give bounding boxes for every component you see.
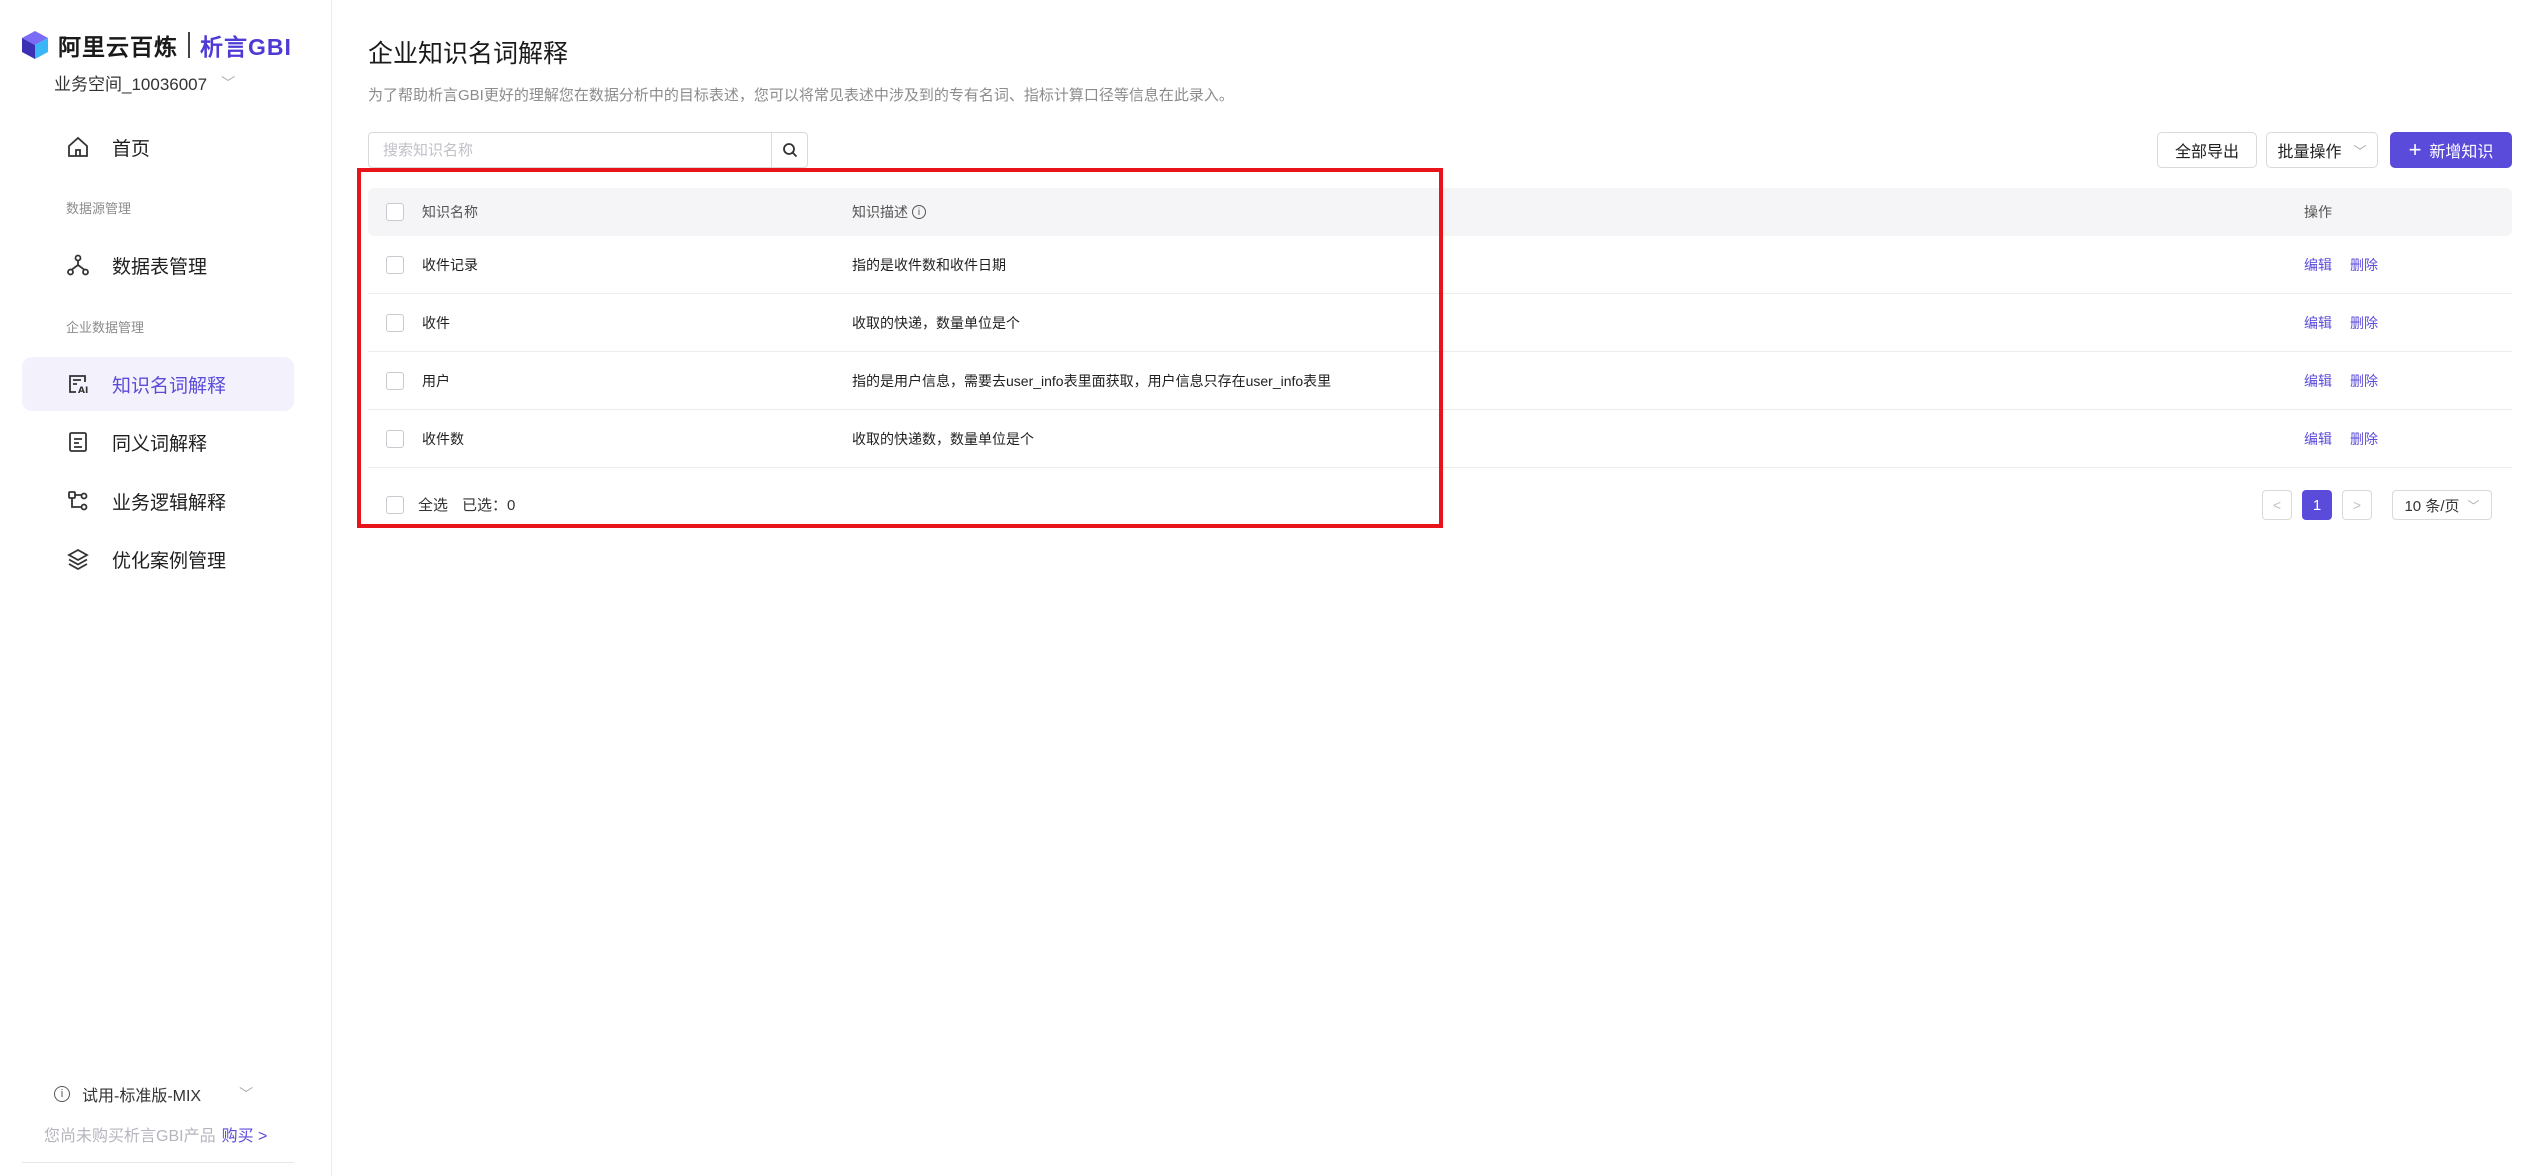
edit-link[interactable]: 编辑 [2304, 371, 2332, 391]
sidebar-item-knowledge[interactable]: AI 知识名词解释 [22, 357, 294, 411]
delete-link[interactable]: 删除 [2350, 371, 2378, 391]
workspace-selector[interactable]: 业务空间_10036007 ﹀ [54, 70, 235, 95]
table-row: 收件 收取的快递，数量单位是个 编辑 删除 [368, 294, 2512, 352]
header-ops: 操作 [2304, 204, 2332, 220]
plan-label: 试用-标准版-MIX [82, 1088, 202, 1105]
page-size-selector[interactable]: 10 条/页 ﹀ [2392, 490, 2492, 520]
next-page-button[interactable]: > [2342, 490, 2372, 520]
logic-flow-icon [68, 491, 88, 511]
select-all-label: 全选 [418, 497, 449, 514]
table-header: 知识名称 知识描述 i 操作 [368, 188, 2512, 236]
page-size-label: 10 条/页 [2404, 497, 2460, 515]
home-icon [68, 136, 88, 157]
info-icon[interactable]: i [912, 205, 926, 219]
page-number[interactable]: 1 [2302, 490, 2332, 520]
page-description: 为了帮助析言GBI更好的理解您在数据分析中的目标表述，您可以将常见表述中涉及到的… [368, 87, 1234, 104]
export-all-button[interactable]: 全部导出 [2157, 132, 2257, 168]
batch-actions-button[interactable]: 批量操作 ﹀ [2266, 132, 2378, 168]
row-checkbox[interactable] [386, 255, 404, 274]
table-row: 收件记录 指的是收件数和收件日期 编辑 删除 [368, 236, 2512, 294]
sidebar-item-label: 业务逻辑解释 [112, 492, 227, 514]
footer-select-all-checkbox[interactable] [386, 495, 404, 514]
header-desc: 知识描述 i [852, 188, 926, 236]
plan-selector[interactable]: i 试用-标准版-MIX ﹀ [54, 1082, 253, 1106]
brand-logo-icon [22, 31, 48, 59]
sidebar-item-synonym[interactable]: 同义词解释 [22, 415, 294, 469]
delete-link[interactable]: 删除 [2350, 429, 2378, 449]
purchase-notice-text: 您尚未购买析言GBI产品 [44, 1128, 216, 1145]
purchase-notice: 您尚未购买析言GBI产品 购买 > [44, 1122, 267, 1146]
chevron-down-icon: ﹀ [2353, 143, 2367, 159]
row-checkbox[interactable] [386, 429, 404, 448]
network-icon [67, 254, 89, 276]
sidebar-item-label: 优化案例管理 [112, 550, 227, 572]
buy-link[interactable]: 购买 > [222, 1128, 268, 1145]
delete-link[interactable]: 删除 [2350, 313, 2378, 333]
header-name: 知识名称 [422, 204, 478, 220]
edit-link[interactable]: 编辑 [2304, 313, 2332, 333]
info-icon: i [54, 1086, 70, 1102]
table-row: 用户 指的是用户信息，需要去user_info表里面获取，用户信息只存在user… [368, 352, 2512, 410]
page-title: 企业知识名词解释 [368, 40, 569, 68]
chevron-down-icon: ﹀ [2467, 498, 2480, 513]
workspace-label: 业务空间_10036007 [54, 75, 208, 94]
edit-link[interactable]: 编辑 [2304, 255, 2332, 275]
table-footer: 全选 已选：0 [368, 480, 2512, 526]
search-input[interactable] [369, 133, 771, 167]
row-checkbox[interactable] [386, 313, 404, 332]
search-icon [782, 143, 797, 158]
nav-group-datasource: 数据源管理 [66, 201, 132, 216]
row-desc: 收取的快递，数量单位是个 [852, 314, 1020, 331]
sidebar-item-label: 同义词解释 [112, 433, 208, 455]
chevron-down-icon: ﹀ [239, 1086, 254, 1102]
select-all-checkbox[interactable] [386, 203, 404, 221]
selected-count: 已选：0 [462, 497, 516, 514]
sidebar-item-label: 知识名词解释 [112, 375, 227, 397]
brand-product: 析言GBI [200, 34, 292, 60]
row-name: 收件记录 [422, 256, 478, 273]
row-desc: 指的是用户信息，需要去user_info表里面获取，用户信息只存在user_in… [852, 372, 1332, 389]
chevron-down-icon: ﹀ [221, 74, 236, 91]
plus-icon: + [2408, 137, 2422, 162]
layers-icon [67, 548, 89, 571]
row-checkbox[interactable] [386, 371, 404, 390]
search-box [368, 132, 808, 168]
row-desc: 指的是收件数和收件日期 [852, 256, 1006, 273]
sidebar-item-logic[interactable]: 业务逻辑解释 [22, 474, 294, 528]
brand-name: 阿里云百炼 [58, 34, 178, 60]
sidebar-item-cases[interactable]: 优化案例管理 [22, 532, 294, 586]
add-knowledge-button[interactable]: + 新增知识 [2390, 132, 2512, 168]
delete-link[interactable]: 删除 [2350, 255, 2378, 275]
row-name: 用户 [422, 372, 450, 389]
brand: 阿里云百炼 析言GBI [20, 28, 292, 62]
add-knowledge-label: 新增知识 [2429, 144, 2494, 161]
edit-link[interactable]: 编辑 [2304, 429, 2332, 449]
prev-page-button[interactable]: < [2262, 490, 2292, 520]
brand-divider [188, 32, 190, 58]
sidebar-item-table-manage[interactable]: 数据表管理 [22, 238, 294, 292]
ai-document-icon: AI [69, 375, 88, 396]
sidebar-item-home[interactable]: 首页 [22, 120, 294, 174]
table-row: 收件数 收取的快递数，数量单位是个 编辑 删除 [368, 410, 2512, 468]
divider [22, 1162, 294, 1163]
synonym-doc-icon [69, 432, 87, 452]
row-name: 收件 [422, 314, 450, 331]
search-button[interactable] [771, 133, 807, 167]
row-name: 收件数 [422, 430, 464, 447]
knowledge-table: 知识名称 知识描述 i 操作 收件记录 指的是收件数和收件日期 编辑 删除 收件… [368, 188, 2512, 468]
sidebar-item-label: 数据表管理 [112, 256, 208, 278]
batch-actions-label: 批量操作 [2277, 144, 2342, 161]
sidebar-item-label: 首页 [112, 138, 151, 160]
svg-text:AI: AI [78, 386, 88, 396]
header-desc-label: 知识描述 [852, 204, 908, 220]
selection-summary: 全选 已选：0 [386, 494, 515, 515]
nav-group-enterprise: 企业数据管理 [66, 320, 145, 335]
sidebar: 阿里云百炼 析言GBI 业务空间_10036007 ﹀ 首页 数据源管理 数据表… [0, 0, 332, 1176]
row-desc: 收取的快递数，数量单位是个 [852, 430, 1034, 447]
